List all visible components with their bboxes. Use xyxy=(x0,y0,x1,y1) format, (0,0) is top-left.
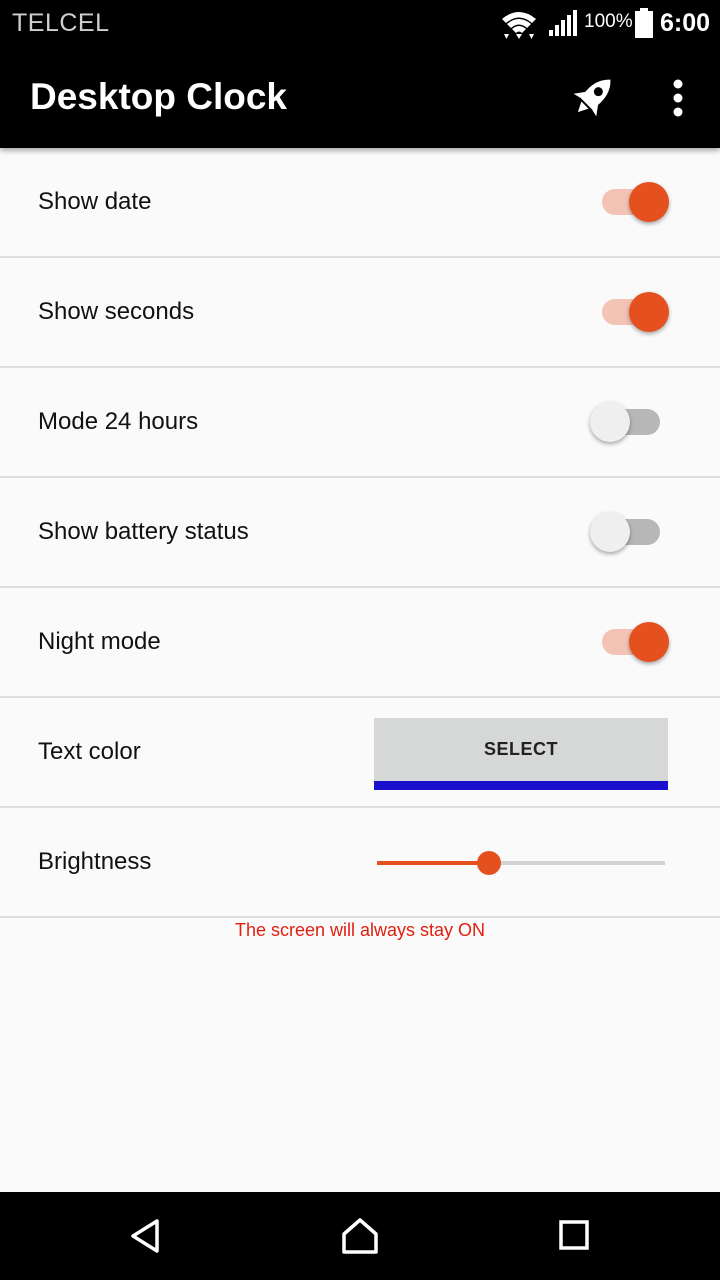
setting-row-show-seconds: Show seconds xyxy=(0,258,720,368)
app-title: Desktop Clock xyxy=(30,76,288,117)
back-icon[interactable] xyxy=(125,1216,169,1256)
show-seconds-switch[interactable] xyxy=(602,287,682,337)
setting-row-night-mode: Night mode xyxy=(0,588,720,698)
carrier-name: TELCEL xyxy=(12,9,110,37)
slider-fill xyxy=(377,861,490,865)
battery-status-label: Show battery status xyxy=(38,518,249,545)
show-date-switch[interactable] xyxy=(602,177,682,227)
switch-thumb xyxy=(629,622,669,662)
switch-thumb xyxy=(629,292,669,332)
select-color-button[interactable]: SELECT xyxy=(374,718,668,790)
setting-row-show-date: Show date xyxy=(0,148,720,258)
show-date-label: Show date xyxy=(38,188,152,215)
battery-icon xyxy=(635,8,653,38)
night-mode-switch[interactable] xyxy=(602,617,682,667)
rocket-icon[interactable] xyxy=(562,68,622,128)
wifi-icon xyxy=(502,12,536,39)
switch-thumb xyxy=(590,402,630,442)
brightness-label: Brightness xyxy=(38,848,152,875)
battery-status-switch[interactable] xyxy=(590,507,670,557)
switch-thumb xyxy=(629,182,669,222)
setting-row-text-color: Text color SELECT xyxy=(0,698,720,808)
setting-row-battery-status: Show battery status xyxy=(0,478,720,588)
switch-thumb xyxy=(590,512,630,552)
slider-thumb[interactable] xyxy=(477,851,502,875)
status-bar: TELCEL 100% 6:00 xyxy=(0,0,720,48)
brightness-slider[interactable] xyxy=(377,851,665,875)
navigation-bar xyxy=(0,1192,720,1280)
app-toolbar: Desktop Clock xyxy=(0,48,720,148)
home-icon[interactable] xyxy=(338,1216,382,1256)
settings-list: Show date Show seconds Mode 24 hours Sho… xyxy=(0,148,720,918)
night-mode-label: Night mode xyxy=(38,628,161,655)
overflow-menu-icon[interactable] xyxy=(660,72,696,124)
show-seconds-label: Show seconds xyxy=(38,298,195,325)
status-clock: 6:00 xyxy=(660,9,711,37)
text-color-label: Text color xyxy=(38,738,141,765)
mode-24-hours-label: Mode 24 hours xyxy=(38,408,199,435)
setting-row-brightness: Brightness xyxy=(0,808,720,918)
signal-icon xyxy=(549,10,577,36)
recents-icon[interactable] xyxy=(552,1216,596,1256)
battery-percentage: 100% xyxy=(584,11,633,32)
setting-row-mode-24-hours: Mode 24 hours xyxy=(0,368,720,478)
mode-24-hours-switch[interactable] xyxy=(590,397,670,447)
screen-on-notice: The screen will always stay ON xyxy=(234,920,486,940)
